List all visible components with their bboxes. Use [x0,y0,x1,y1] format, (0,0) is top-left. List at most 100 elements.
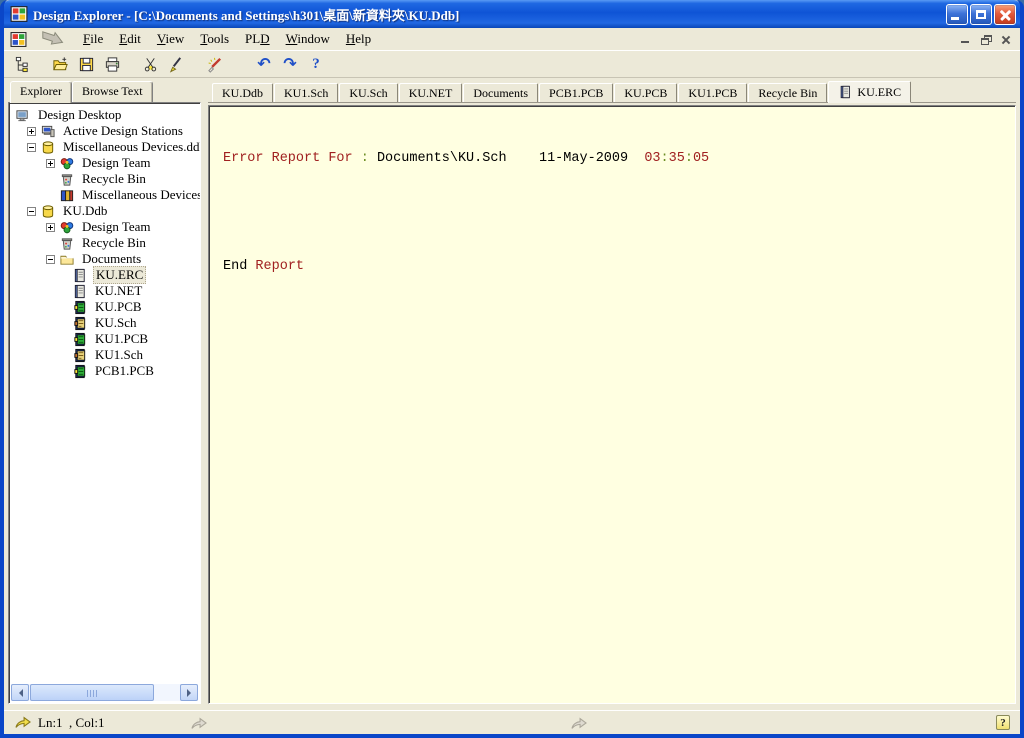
doc-tab-label: KU.ERC [857,85,901,100]
error-report-editor[interactable]: Error Report For : Documents\KU.Sch 11-M… [208,105,1016,704]
menu-label-key: W [286,31,298,46]
help-icon: ? [312,56,320,73]
time-text: 35 [669,151,685,166]
tree-item-label: Miscellaneous Devices.lib [80,187,201,203]
title-bar: Design Explorer - [C:\Documents and Sett… [4,0,1020,28]
expand-plus-icon[interactable] [46,159,55,168]
tree-item-design-desktop[interactable]: Design Desktop [13,107,198,123]
undo-button[interactable]: ↶ [252,53,276,75]
tree-item-misc-devices-ddb[interactable]: Miscellaneous Devices.ddb [13,139,198,155]
paste-button[interactable] [164,53,188,75]
menu-label-post: dit [127,31,141,46]
doc-tab-label: KU.PCB [624,86,667,101]
tab-browse-text[interactable]: Browse Text [72,81,153,102]
menu-file[interactable]: File [75,29,111,49]
explorer-panel: Explorer Browse Text Design Desktop Acti… [8,81,201,704]
report-header-line: Error Report For : Documents\KU.Sch 11-M… [223,150,1015,168]
menu-help[interactable]: Help [338,29,379,49]
menu-label-key: H [346,31,355,46]
doc-tab-ku-pcb[interactable]: KU.PCB [614,83,677,102]
tree-item-ku1-sch[interactable]: KU1.Sch [13,347,198,363]
tree-item-label: KU.NET [93,283,144,299]
tree-item-ku1-pcb[interactable]: KU1.PCB [13,331,198,347]
plain-text [507,151,539,166]
menu-window[interactable]: Window [278,29,338,49]
maximize-button[interactable] [970,4,992,25]
explorer-toggle-button[interactable] [10,53,34,75]
doc-tab-recycle-bin[interactable]: Recycle Bin [748,83,827,102]
text-document-icon [838,85,853,99]
doc-tab-documents[interactable]: Documents [463,83,538,102]
scrollbar-thumb[interactable] [30,684,154,701]
library-icon [59,188,76,203]
menu-label-pre: PL [245,31,260,46]
tree-item-recycle-bin-2[interactable]: Recycle Bin [13,235,198,251]
horizontal-scrollbar[interactable] [11,684,198,701]
doc-tab-ku1-sch[interactable]: KU1.Sch [274,83,338,102]
tree-item-ku-pcb[interactable]: KU.PCB [13,299,198,315]
collapse-minus-icon[interactable] [27,143,36,152]
help-button[interactable]: ? [304,53,328,75]
cut-button[interactable] [138,53,162,75]
doc-tab-label: KU1.PCB [688,86,737,101]
collapse-minus-icon[interactable] [46,255,55,264]
plain-text: End [223,259,247,274]
tree-item-design-team-1[interactable]: Design Team [13,155,198,171]
menu-pld[interactable]: PLD [237,29,278,49]
scroll-left-button[interactable] [11,684,29,701]
scrollbar-track[interactable] [29,684,180,701]
tree-item-ku-sch[interactable]: KU.Sch [13,315,198,331]
doc-tab-label: KU.NET [409,86,453,101]
report-end-line: End Report [223,258,1015,276]
redo-button[interactable]: ↷ [278,53,302,75]
collapse-minus-icon[interactable] [27,207,36,216]
expand-plus-icon[interactable] [27,127,36,136]
symbol-text: : [661,151,669,166]
arrow-right-icon [187,689,195,697]
doc-tab-ku-erc[interactable]: KU.ERC [828,81,911,103]
main-toolbar: ↶ ↷ ? [4,51,1020,78]
doc-tab-ku-ddb[interactable]: KU.Ddb [212,83,273,102]
tab-explorer[interactable]: Explorer [10,81,72,103]
section-arrow-icon [570,717,588,730]
window-title: Design Explorer - [C:\Documents and Sett… [33,5,946,24]
tree-item-label: Active Design Stations [61,123,185,139]
status-help-icon[interactable]: ? [996,715,1010,730]
doc-tab-ku1-pcb[interactable]: KU1.PCB [678,83,747,102]
minimize-button[interactable] [946,4,968,25]
tree-item-misc-devices-lib[interactable]: Miscellaneous Devices.lib [13,187,198,203]
pcb-document-icon [72,300,89,315]
tree-item-ku-ddb[interactable]: KU.Ddb [13,203,198,219]
desktop-icon [15,108,32,123]
design-manager-arrow-icon[interactable] [37,31,67,47]
doc-tab-pcb1-pcb[interactable]: PCB1.PCB [539,83,613,102]
tree-item-active-design-stations[interactable]: Active Design Stations [13,123,198,139]
explorer-panel-tabs: Explorer Browse Text [8,81,201,102]
tree-item-ku-net[interactable]: KU.NET [13,283,198,299]
close-button[interactable] [994,4,1016,25]
menu-view[interactable]: View [149,29,192,49]
tree-item-pcb1-pcb[interactable]: PCB1.PCB [13,363,198,379]
menu-tools[interactable]: Tools [192,29,237,49]
mdi-close-button[interactable] [997,32,1014,47]
menu-edit[interactable]: Edit [111,29,149,49]
expand-plus-icon[interactable] [46,223,55,232]
save-button[interactable] [74,53,98,75]
tree-item-documents[interactable]: Documents [13,251,198,267]
doc-tab-ku-sch[interactable]: KU.Sch [339,83,397,102]
doc-tab-label: KU.Ddb [222,86,263,101]
tree-item-ku-erc[interactable]: KU.ERC [13,267,198,283]
time-text: 05 [693,151,709,166]
tree-item-recycle-bin-1[interactable]: Recycle Bin [13,171,198,187]
print-button[interactable] [100,53,124,75]
tree-item-label: Documents [80,251,143,267]
arrow-left-icon [15,689,23,697]
mdi-restore-button[interactable] [977,32,994,47]
scroll-right-button[interactable] [180,684,198,701]
mdi-minimize-button[interactable] [957,32,974,47]
tree-item-design-team-2[interactable]: Design Team [13,219,198,235]
doc-tab-ku-net[interactable]: KU.NET [399,83,463,102]
open-button[interactable] [48,53,72,75]
pcb-document-icon [72,332,89,347]
validate-button[interactable] [202,53,226,75]
